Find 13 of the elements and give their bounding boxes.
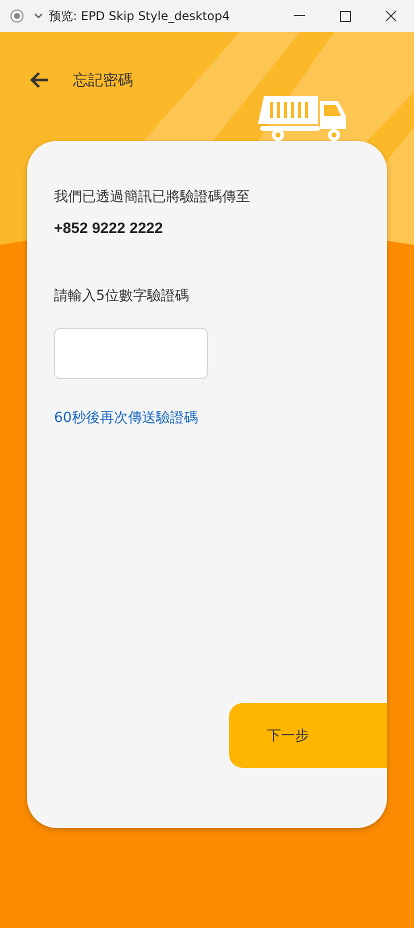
code-label: 請輸入5位數字驗證碼 [54, 287, 189, 305]
resend-code-link[interactable]: 60秒後再次傳送驗證碼 [54, 409, 198, 427]
chevron-down-icon[interactable] [34, 13, 43, 19]
close-icon [385, 10, 397, 22]
window-title: 预览: EPD Skip Style_desktop4 [49, 8, 230, 24]
sms-message: 我們已透過簡訊已將驗證碼傳至 [54, 188, 250, 207]
phone-number: +852 9222 2222 [54, 220, 163, 237]
record-icon[interactable] [10, 9, 24, 23]
minimize-icon [294, 15, 304, 17]
page-title: 忘記密碼 [73, 70, 133, 90]
maximize-icon [340, 10, 350, 22]
code-input-field[interactable] [54, 328, 208, 379]
next-button[interactable]: 下一步 [229, 703, 387, 768]
